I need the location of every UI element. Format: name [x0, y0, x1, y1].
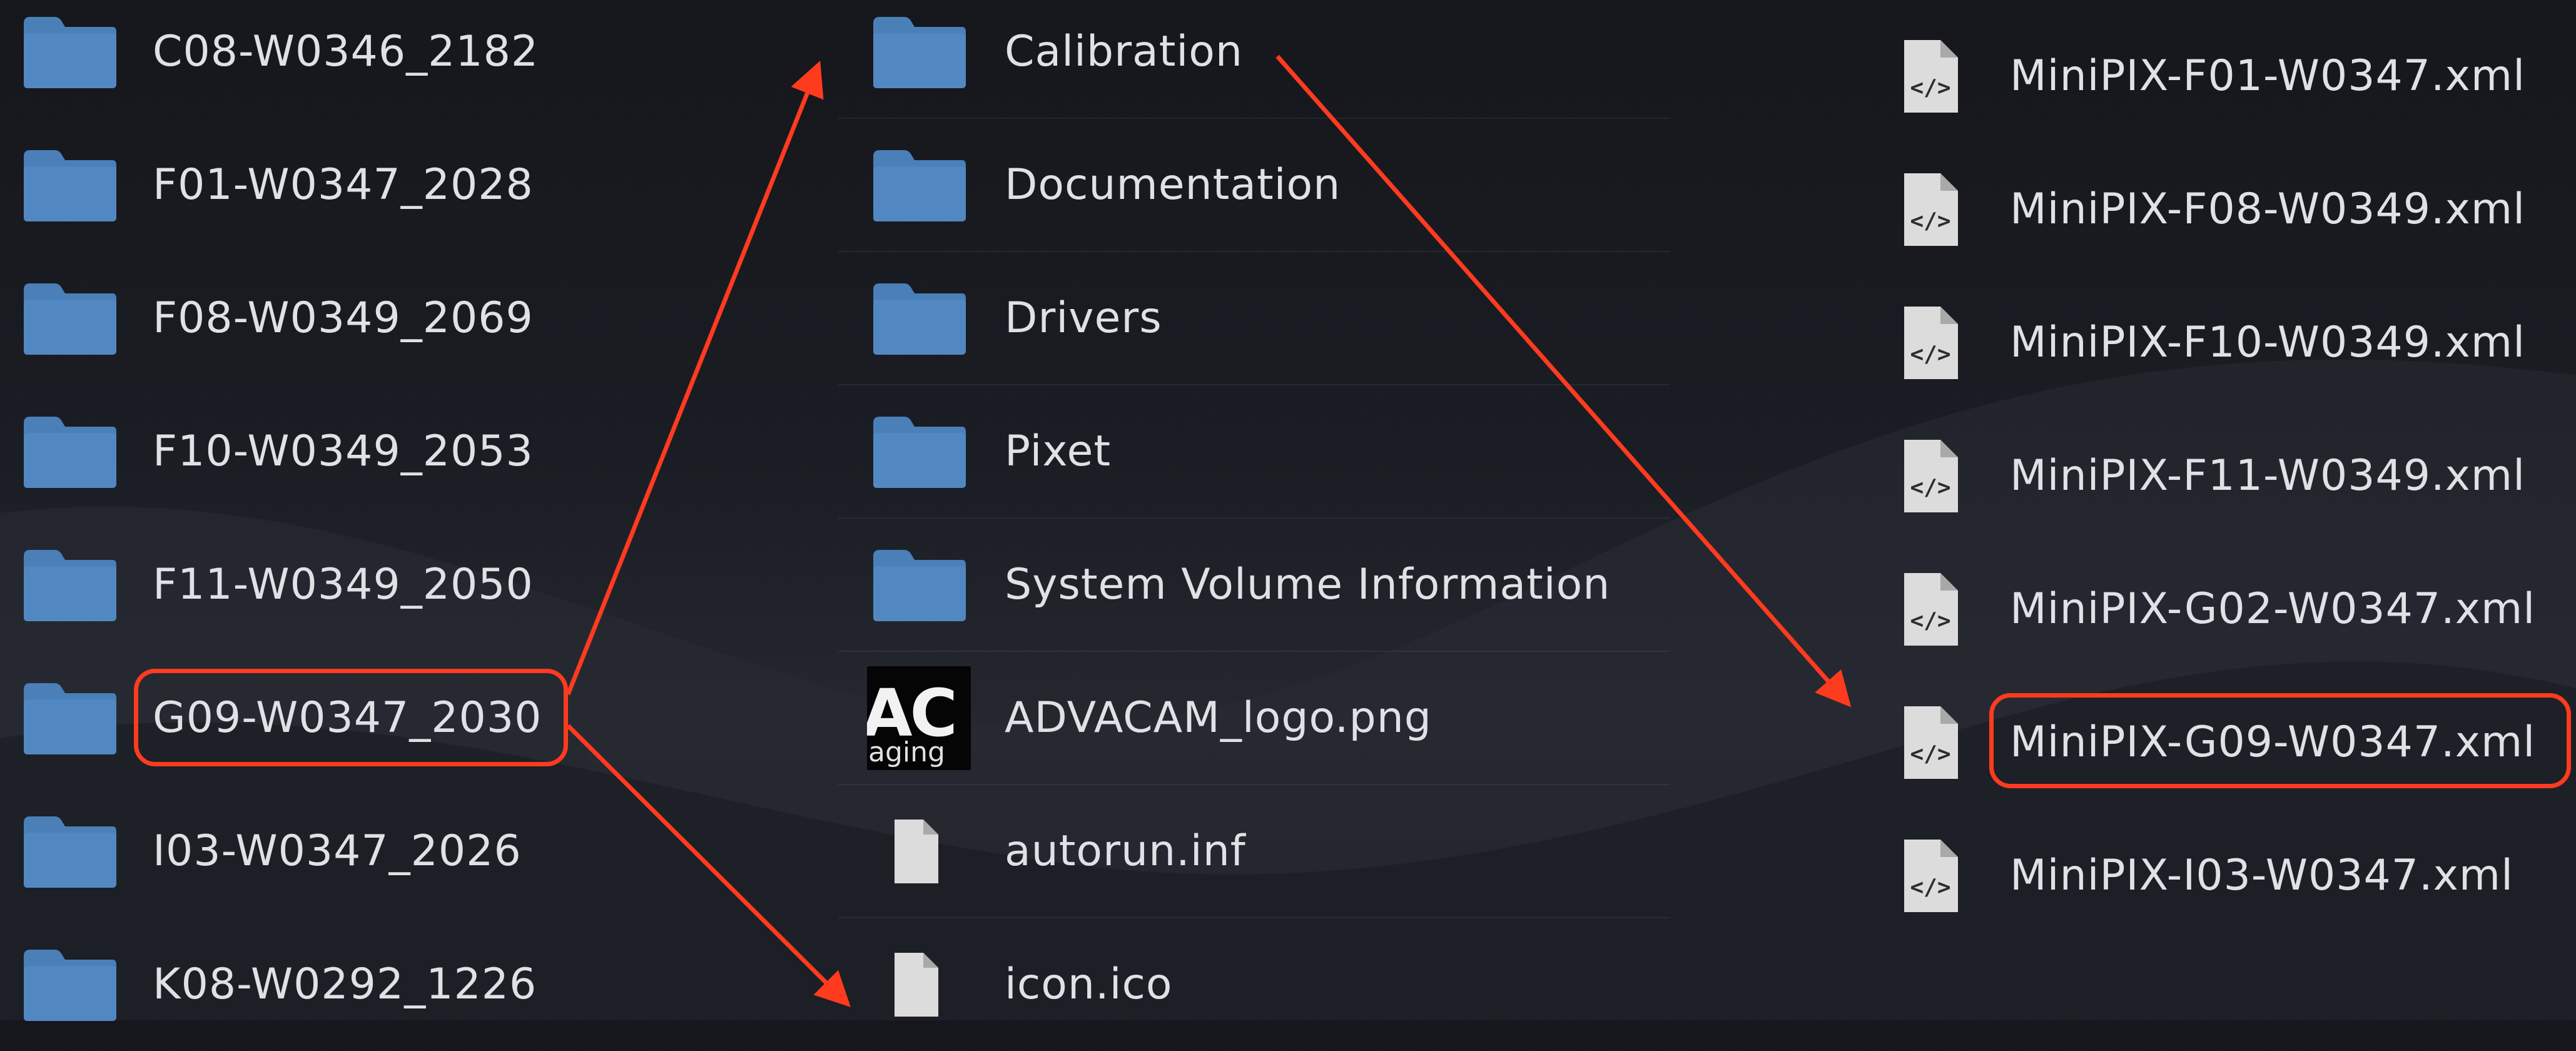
xml-file-icon: </>: [1904, 572, 1958, 646]
xml-file-icon: </>: [1904, 173, 1958, 246]
xml-file-icon: </>: [1904, 839, 1958, 912]
row-divider: [838, 651, 1670, 652]
highlight-g09-xml: [1989, 693, 2571, 788]
thumbnail-text: aging: [868, 736, 945, 768]
folder-label: I03-W0347_2026: [153, 826, 522, 876]
folder-icon: [873, 549, 966, 621]
svg-text:</>: </>: [1910, 608, 1950, 634]
file-label: MiniPIX-I03-W0347.xml: [2010, 851, 2513, 900]
image-thumbnail: AC aging: [867, 666, 971, 770]
folder-label: Drivers: [1005, 293, 1162, 343]
folder-label: F01-W0347_2028: [153, 160, 534, 210]
highlight-g09-folder: [134, 669, 568, 766]
file-label: MiniPIX-F08-W0349.xml: [2010, 185, 2526, 234]
row-divider: [838, 384, 1670, 385]
file-label: MiniPIX-G02-W0347.xml: [2010, 584, 2536, 634]
file-label: ADVACAM_logo.png: [1005, 693, 1432, 743]
svg-text:</>: </>: [1910, 741, 1950, 767]
xml-file-icon: </>: [1904, 306, 1958, 379]
folder-label: F11-W0349_2050: [153, 560, 534, 609]
xml-file-icon: </>: [1904, 439, 1958, 512]
row-divider: [838, 917, 1670, 918]
row-divider: [838, 251, 1670, 252]
folder-icon: [873, 283, 966, 355]
folder-icon: [24, 949, 116, 1021]
folder-label: Calibration: [1005, 27, 1243, 76]
folder-label: C08-W0346_2182: [153, 27, 539, 76]
folder-label: Documentation: [1005, 160, 1341, 210]
folder-icon: [873, 150, 966, 221]
row-divider: [838, 784, 1670, 785]
folder-icon: [873, 416, 966, 488]
row-divider: [838, 118, 1670, 119]
folder-label: F08-W0349_2069: [153, 293, 534, 343]
file-label: icon.ico: [1005, 960, 1173, 1009]
svg-text:</>: </>: [1910, 342, 1950, 367]
row-divider: [838, 517, 1670, 519]
svg-text:</>: </>: [1910, 475, 1950, 500]
file-label: MiniPIX-F11-W0349.xml: [2010, 451, 2526, 500]
folder-icon: [24, 283, 116, 355]
folder-label: Pixet: [1005, 427, 1112, 476]
folder-icon: [24, 16, 116, 88]
folder-icon: [24, 683, 116, 754]
folder-icon: [24, 549, 116, 621]
folder-icon: [24, 816, 116, 888]
document-icon: [895, 952, 938, 1017]
xml-file-icon: </>: [1904, 706, 1958, 779]
svg-text:</>: </>: [1910, 208, 1950, 234]
folder-icon: [24, 416, 116, 488]
folder-label: F10-W0349_2053: [153, 427, 534, 476]
document-icon: [895, 819, 938, 883]
folder-label: K08-W0292_1226: [153, 960, 537, 1009]
file-label: autorun.inf: [1005, 826, 1246, 876]
svg-text:</>: </>: [1910, 75, 1950, 101]
svg-text:</>: </>: [1910, 875, 1950, 900]
folder-icon: [24, 150, 116, 221]
folder-label: System Volume Information: [1005, 560, 1611, 609]
xml-file-icon: </>: [1904, 39, 1958, 113]
file-label: MiniPIX-F10-W0349.xml: [2010, 318, 2526, 367]
file-label: MiniPIX-F01-W0347.xml: [2010, 51, 2526, 101]
folder-icon: [873, 16, 966, 88]
